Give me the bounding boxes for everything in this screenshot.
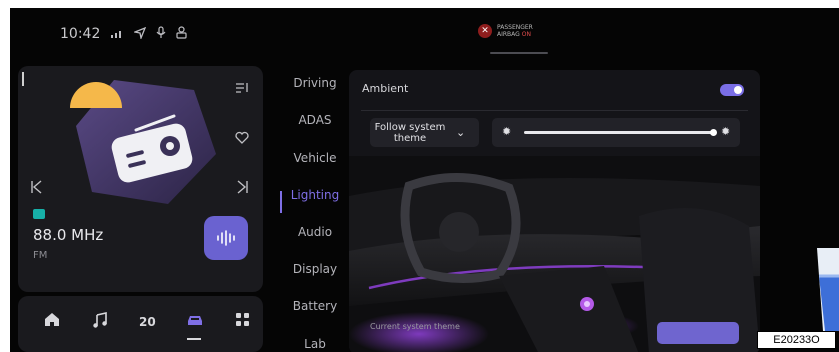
fm-badge-icon bbox=[33, 209, 45, 219]
favorite-heart-icon[interactable] bbox=[235, 130, 249, 148]
theme-dropdown[interactable]: Follow system theme ⌄ bbox=[370, 118, 479, 147]
theme-caption: Current system theme bbox=[370, 322, 460, 331]
navigation-icon bbox=[133, 26, 147, 42]
brightness-low-icon: ✹ bbox=[502, 125, 512, 138]
active-tab-underline bbox=[187, 338, 201, 340]
media-card: 88.0 MHz FM bbox=[18, 66, 263, 292]
menu-item-battery[interactable]: Battery bbox=[280, 299, 350, 313]
brightness-thumb[interactable] bbox=[710, 129, 717, 136]
menu-item-audio[interactable]: Audio bbox=[280, 225, 350, 239]
previous-track-icon[interactable] bbox=[30, 180, 42, 198]
menu-item-lab[interactable]: Lab bbox=[280, 337, 350, 351]
menu-item-adas[interactable]: ADAS bbox=[280, 113, 350, 127]
radio-icon bbox=[56, 72, 226, 216]
airbag-line2: AIRBAG bbox=[497, 31, 520, 38]
menu-item-display[interactable]: Display bbox=[280, 262, 350, 276]
airbag-line1: PASSENGER bbox=[497, 24, 533, 31]
next-track-icon[interactable] bbox=[237, 180, 249, 198]
clock: 10:42 bbox=[60, 26, 101, 42]
microphone-icon bbox=[156, 26, 166, 42]
playlist-icon[interactable] bbox=[235, 81, 249, 99]
band-label: FM bbox=[33, 250, 48, 261]
brightness-slider[interactable]: ✹ ✹ bbox=[492, 118, 740, 147]
ambient-toggle[interactable] bbox=[720, 84, 744, 96]
signal-icon bbox=[110, 27, 124, 41]
chevron-down-icon: ⌄ bbox=[456, 126, 466, 139]
brightness-high-icon: ✹ bbox=[721, 125, 731, 138]
bottom-dock: 20 bbox=[18, 296, 263, 352]
infotainment-screen: 10:42 ✕ PASSENGER AIRBAG ON 88.0 MHz FM … bbox=[10, 8, 839, 352]
frequency-value: 88.0 MHz bbox=[33, 226, 104, 244]
profile-icon[interactable] bbox=[176, 26, 187, 42]
divider bbox=[361, 110, 748, 111]
brightness-track[interactable] bbox=[524, 131, 714, 134]
home-icon[interactable] bbox=[44, 312, 60, 331]
pull-down-handle[interactable] bbox=[490, 52, 548, 54]
lighting-panel: Ambient Follow system theme ⌄ ✹ ✹ Curren… bbox=[349, 70, 760, 352]
image-reference-code: E20233O bbox=[757, 331, 836, 349]
passenger-airbag-indicator: ✕ PASSENGER AIRBAG ON bbox=[478, 24, 533, 38]
apps-icon[interactable] bbox=[235, 312, 250, 331]
car-icon[interactable] bbox=[186, 312, 204, 331]
equalizer-icon[interactable] bbox=[204, 216, 248, 260]
menu-item-vehicle[interactable]: Vehicle bbox=[280, 151, 350, 165]
airbag-icon: ✕ bbox=[478, 24, 492, 38]
status-bar: 10:42 bbox=[60, 26, 187, 42]
music-icon[interactable] bbox=[92, 312, 107, 332]
menu-item-driving[interactable]: Driving bbox=[280, 76, 350, 90]
airbag-state: ON bbox=[521, 31, 531, 38]
ambient-label: Ambient bbox=[362, 82, 409, 95]
menu-item-lighting[interactable]: Lighting bbox=[280, 188, 350, 202]
cup-image bbox=[815, 246, 839, 331]
climate-temperature[interactable]: 20 bbox=[139, 315, 156, 329]
apply-theme-button[interactable] bbox=[657, 322, 739, 344]
theme-dropdown-value: Follow system theme bbox=[374, 121, 446, 144]
card-edge-marker bbox=[22, 72, 24, 86]
